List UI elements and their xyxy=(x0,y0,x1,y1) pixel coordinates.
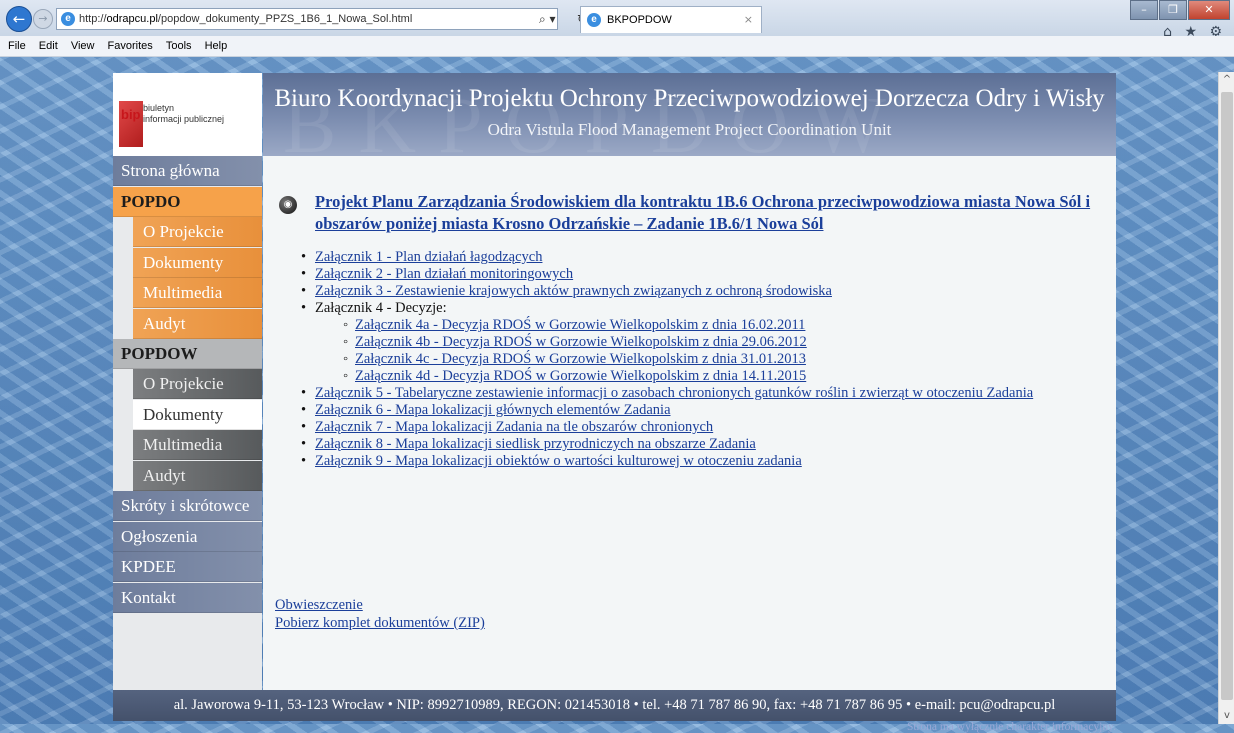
list-item: Załącznik 9 - Mapa lokalizacji obiektów … xyxy=(289,453,1109,470)
attachment-link-4a[interactable]: Załącznik 4a - Decyzja RDOŚ w Gorzowie W… xyxy=(355,317,805,333)
bip-logo-text: biuletyn informacji publicznej xyxy=(143,103,225,124)
forward-arrow-icon[interactable]: → xyxy=(33,9,53,29)
site-footer: al. Jaworowa 9-11, 53-123 Wrocław • NIP:… xyxy=(113,690,1116,721)
sidebar: Strona główna POPDO O Projekcie Dokument… xyxy=(113,156,262,690)
header-banner: BKPOPDOW Biuro Koordynacji Projektu Ochr… xyxy=(263,73,1116,156)
list-item: Załącznik 4a - Decyzja RDOŚ w Gorzowie W… xyxy=(315,317,1109,334)
menu-view[interactable]: View xyxy=(71,40,95,52)
sidebar-item-popdo-audyt[interactable]: Audyt xyxy=(133,309,262,339)
vertical-scrollbar[interactable]: ^ v xyxy=(1218,72,1234,724)
main-document-link[interactable]: Projekt Planu Zarządzania Środowiskiem d… xyxy=(315,191,1105,235)
scroll-down-arrow-icon[interactable]: v xyxy=(1219,708,1234,724)
bip-logo-word: bip xyxy=(121,107,141,122)
window-controls: – ❐ ✕ xyxy=(1129,0,1230,20)
browser-tab[interactable]: e BKPOPDOW × xyxy=(580,6,762,33)
menu-bar: File Edit View Favorites Tools Help xyxy=(0,36,1234,57)
close-icon[interactable]: × xyxy=(744,7,753,33)
attachment-list: Załącznik 1 - Plan działań łagodzących Z… xyxy=(289,249,1109,470)
attachment-link-4b[interactable]: Załącznik 4b - Decyzja RDOŚ w Gorzowie W… xyxy=(355,334,807,350)
sidebar-item-home[interactable]: Strona główna xyxy=(113,156,262,186)
maximize-button[interactable]: ❐ xyxy=(1159,0,1187,20)
list-item: Załącznik 6 - Mapa lokalizacji głównych … xyxy=(289,402,1109,419)
list-item: Załącznik 4d - Decyzja RDOŚ w Gorzowie W… xyxy=(315,368,1109,385)
sidebar-item-popdow-dokumenty[interactable]: Dokumenty xyxy=(133,400,262,430)
address-url[interactable]: http://odrapcu.pl/popdow_dokumenty_PPZS_… xyxy=(79,9,459,29)
ie-icon: e xyxy=(61,12,75,26)
list-item: Załącznik 8 - Mapa lokalizacji siedlisk … xyxy=(289,436,1109,453)
sidebar-section-popdow[interactable]: POPDOW xyxy=(113,339,262,369)
list-item: Załącznik 2 - Plan działań monitoringowy… xyxy=(289,266,1109,283)
attachment-link-7[interactable]: Załącznik 7 - Mapa lokalizacji Zadania n… xyxy=(315,419,713,435)
sidebar-item-ogloszenia[interactable]: Ogłoszenia xyxy=(113,522,262,552)
address-bar[interactable]: e http://odrapcu.pl/popdow_dokumenty_PPZ… xyxy=(56,8,587,30)
scroll-thumb[interactable] xyxy=(1221,92,1233,700)
list-item: Załącznik 3 - Zestawienie krajowych aktó… xyxy=(289,283,1109,300)
back-arrow-icon[interactable]: ← xyxy=(6,6,32,32)
list-item: Załącznik 4c - Decyzja RDOŚ w Gorzowie W… xyxy=(315,351,1109,368)
attachment-link-4d[interactable]: Załącznik 4d - Decyzja RDOŚ w Gorzowie W… xyxy=(355,368,806,384)
attachment-link-5[interactable]: Załącznik 5 - Tabelaryczne zestawienie i… xyxy=(315,385,1033,401)
attachment-link-2[interactable]: Załącznik 2 - Plan działań monitoringowy… xyxy=(315,266,573,282)
sidebar-item-kontakt[interactable]: Kontakt xyxy=(113,583,262,613)
sidebar-item-popdow-audyt[interactable]: Audyt xyxy=(133,461,262,491)
attachment-link-8[interactable]: Załącznik 8 - Mapa lokalizacji siedlisk … xyxy=(315,436,756,452)
disclaimer-text: Strona ma wyłącznie charakter informacyj… xyxy=(906,721,1116,733)
notice-link[interactable]: Obwieszczenie xyxy=(275,597,363,614)
menu-edit[interactable]: Edit xyxy=(39,40,58,52)
sidebar-item-kpdee[interactable]: KPDEE xyxy=(113,552,262,582)
menu-tools[interactable]: Tools xyxy=(166,40,192,52)
ie-icon: e xyxy=(587,13,601,27)
bip-logo[interactable]: bip biuletyn informacji publicznej xyxy=(113,73,262,156)
tab-title: BKPOPDOW xyxy=(607,14,672,26)
search-icon[interactable]: ⌕ ▾ xyxy=(539,9,556,29)
download-zip-link[interactable]: Pobierz komplet dokumentów (ZIP) xyxy=(275,615,485,632)
main-content: ◉ Projekt Planu Zarządzania Środowiskiem… xyxy=(263,156,1116,690)
list-item: Załącznik 1 - Plan działań łagodzących xyxy=(289,249,1109,266)
list-item: Załącznik 5 - Tabelaryczne zestawienie i… xyxy=(289,385,1109,402)
decisions-label: Załącznik 4 - Decyzje: xyxy=(315,300,447,316)
minimize-button[interactable]: – xyxy=(1130,0,1158,20)
scroll-up-arrow-icon[interactable]: ^ xyxy=(1219,72,1234,88)
list-item: Załącznik 4b - Decyzja RDOŚ w Gorzowie W… xyxy=(315,334,1109,351)
menu-help[interactable]: Help xyxy=(205,40,228,52)
sidebar-item-popdow-multimedia[interactable]: Multimedia xyxy=(133,430,262,460)
attachment-link-6[interactable]: Załącznik 6 - Mapa lokalizacji głównych … xyxy=(315,402,671,418)
close-window-button[interactable]: ✕ xyxy=(1188,0,1230,20)
attachment-link-1[interactable]: Załącznik 1 - Plan działań łagodzących xyxy=(315,249,542,265)
list-item: Załącznik 4 - Decyzje: Załącznik 4a - De… xyxy=(289,300,1109,385)
sidebar-section-popdo[interactable]: POPDO xyxy=(113,187,262,217)
bullet-icon: ◉ xyxy=(279,196,297,214)
site-subtitle: Odra Vistula Flood Management Project Co… xyxy=(487,120,892,139)
site-title: Biuro Koordynacji Projektu Ochrony Przec… xyxy=(274,85,1105,112)
menu-file[interactable]: File xyxy=(8,40,26,52)
attachment-link-4c[interactable]: Załącznik 4c - Decyzja RDOŚ w Gorzowie W… xyxy=(355,351,806,367)
sidebar-item-popdow-projekt[interactable]: O Projekcie xyxy=(133,369,262,399)
browser-toolbar: ← → e http://odrapcu.pl/popdow_dokumenty… xyxy=(0,0,1234,40)
menu-favorites[interactable]: Favorites xyxy=(108,40,153,52)
list-item: Załącznik 7 - Mapa lokalizacji Zadania n… xyxy=(289,419,1109,436)
sidebar-item-popdo-multimedia[interactable]: Multimedia xyxy=(133,278,262,308)
sidebar-item-skroty[interactable]: Skróty i skrótowce xyxy=(113,491,262,521)
attachment-link-3[interactable]: Załącznik 3 - Zestawienie krajowych aktó… xyxy=(315,283,832,299)
sidebar-item-popdo-dokumenty[interactable]: Dokumenty xyxy=(133,248,262,278)
sidebar-item-popdo-projekt[interactable]: O Projekcie xyxy=(133,217,262,247)
attachment-link-9[interactable]: Załącznik 9 - Mapa lokalizacji obiektów … xyxy=(315,453,802,469)
decisions-list: Załącznik 4a - Decyzja RDOŚ w Gorzowie W… xyxy=(315,317,1109,385)
site-header: bip biuletyn informacji publicznej BKPOP… xyxy=(113,73,1116,156)
